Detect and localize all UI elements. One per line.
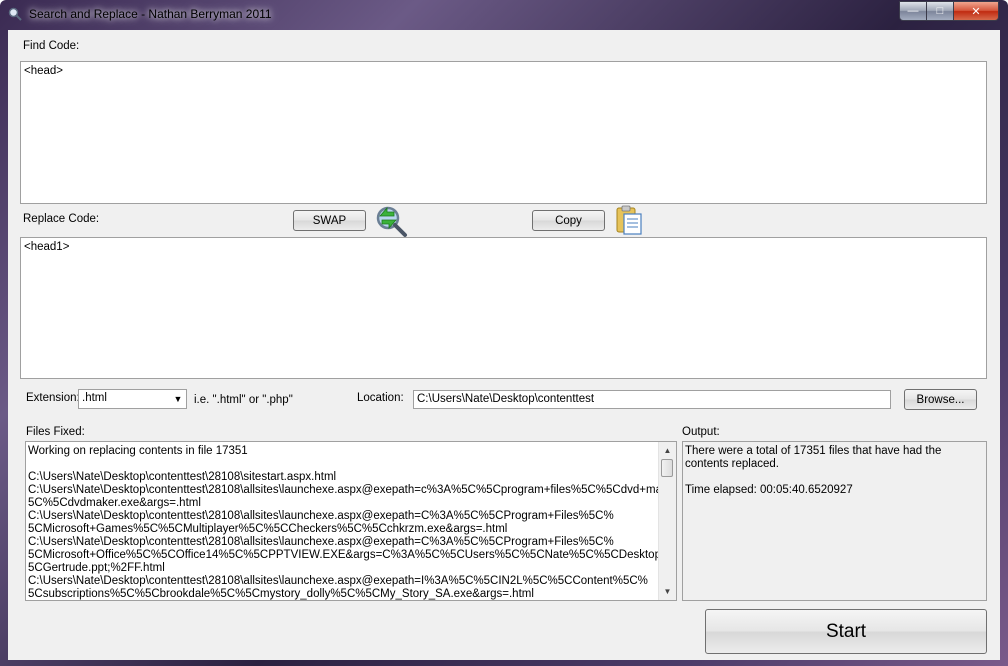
list-item: 5CMicrosoft+Office%5C%5COffice14%5C%5CPP… [28,549,677,561]
location-input-value: C:\Users\Nate\Desktop\contenttest [417,393,595,405]
output-box: There were a total of 17351 files that h… [682,441,987,601]
swap-button[interactable]: SWAP [293,210,366,231]
output-text: There were a total of 17351 files that h… [685,445,942,496]
list-item: 5CGertrude.ppt;%2FF.html [28,562,165,574]
find-code-label: Find Code: [23,40,80,52]
window-title: Search and Replace - Nathan Berryman 201… [29,7,272,21]
location-input[interactable]: C:\Users\Nate\Desktop\contenttest [413,390,891,409]
replace-code-label: Replace Code: [23,213,100,225]
client-area: Find Code: <head> Replace Code: SWAP Cop… [8,30,1000,660]
list-item: C:\Users\Nate\Desktop\contenttest\28108\… [28,471,337,483]
list-item: 5CMicrosoft+Games%5C%5CMultiplayer%5C%5C… [28,523,508,535]
maximize-button[interactable]: □ [926,1,954,21]
list-item: C:\Users\Nate\Desktop\contenttest\28108\… [28,575,648,587]
scroll-thumb[interactable] [661,459,673,477]
location-label: Location: [357,392,404,404]
scroll-up-icon[interactable]: ▲ [659,442,676,459]
output-label: Output: [682,426,720,438]
list-item: 5C%5Cdvdmaker.exe&args=.html [28,497,201,509]
replace-code-textarea[interactable]: <head1> [20,237,987,379]
browse-button[interactable]: Browse... [904,389,977,410]
scroll-down-icon[interactable]: ▼ [659,583,676,600]
list-item: Working on replacing contents in file 17… [28,445,248,457]
extension-select-value: .html [82,392,107,404]
copy-button[interactable]: Copy [532,210,605,231]
minimize-button[interactable]: — [899,1,927,21]
list-item: 5Csubscriptions%5C%5Cbrookdale%5C%5Cmyst… [28,588,534,600]
find-code-textarea[interactable]: <head> [20,61,987,204]
extension-hint: i.e. ".html" or ".php" [194,394,293,406]
chevron-down-icon[interactable]: ▼ [172,392,184,406]
close-button[interactable]: ✕ [953,1,999,21]
files-fixed-label: Files Fixed: [26,426,85,438]
list-item: C:\Users\Nate\Desktop\contenttest\28108\… [28,484,677,496]
search-app-icon [8,7,22,21]
list-item: C:\Users\Nate\Desktop\contenttest\28108\… [28,510,614,522]
app-window: Search and Replace - Nathan Berryman 201… [0,0,1008,666]
list-item: C:\Users\Nate\Desktop\contenttest\28108\… [28,536,614,548]
list-item [26,458,676,471]
clipboard-icon[interactable] [615,204,643,236]
title-bar[interactable]: Search and Replace - Nathan Berryman 201… [0,0,1008,30]
vertical-scrollbar[interactable]: ▲ ▼ [658,442,676,600]
extension-select[interactable]: .html ▼ [78,389,187,409]
files-fixed-list[interactable]: Working on replacing contents in file 17… [25,441,677,601]
start-button[interactable]: Start [705,609,987,654]
swap-arrows-magnifier-icon[interactable] [374,202,408,238]
extension-label: Extension: [26,392,80,404]
